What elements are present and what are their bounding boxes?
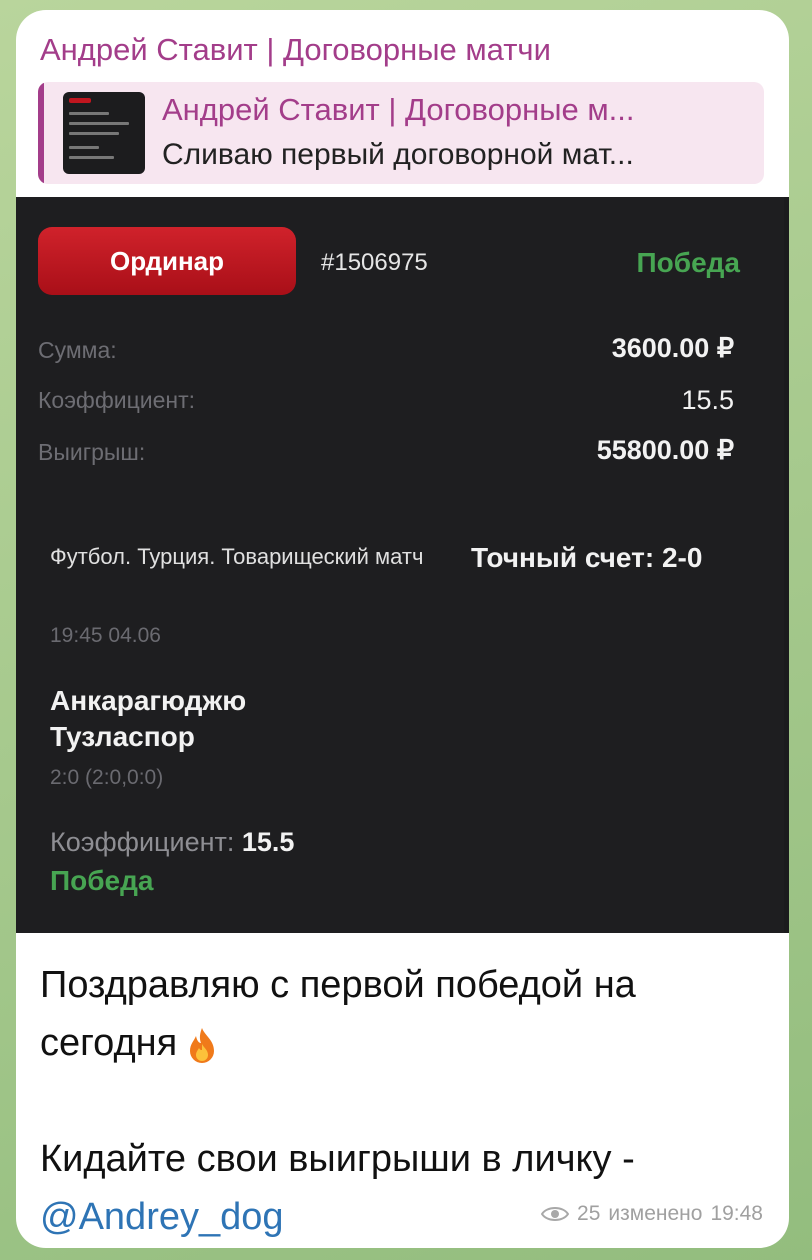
reply-title: Андрей Ставит | Договорные м... (162, 92, 635, 127)
sum-label: Сумма: (38, 337, 117, 363)
reply-accent-bar (38, 82, 44, 184)
match-score: 2:0 (2:0,0:0) (50, 766, 164, 789)
bet-id: #1506975 (321, 249, 428, 276)
message-meta: 25 изменено 19:48 (541, 1202, 763, 1226)
event-coefficient-label: Коэффициент: (50, 827, 235, 857)
team-away: Тузласпор (50, 721, 195, 752)
event-coefficient-value: 15.5 (241, 827, 295, 857)
reply-text: Сливаю первый договорной мат... (162, 138, 634, 171)
reply-preview[interactable]: Андрей Ставит | Договорные м... Сливаю п… (38, 82, 764, 184)
reply-thumbnail (63, 92, 145, 174)
bet-outcome: Точный счет: 2-0 (471, 542, 703, 573)
views-count: 25 (577, 1202, 601, 1225)
coefficient-value: 15.5 (681, 385, 734, 415)
team-home: Анкарагюджю (50, 685, 247, 716)
message-bubble[interactable]: Андрей Ставит | Договорные матчи Андрей … (16, 10, 789, 1248)
bet-type-badge: Ординар (38, 227, 296, 295)
coefficient-label: Коэффициент: (38, 387, 196, 413)
message-line-1: Поздравляю с первой победой на сегодня (40, 964, 636, 1064)
win-value: 55800.00 ₽ (596, 435, 734, 465)
views-eye-icon (541, 1207, 570, 1221)
bet-result-status: Победа (636, 247, 740, 278)
message-line-2: Кидайте свои выигрыши в личку - @Andrey_… (40, 1138, 635, 1238)
mention-link[interactable]: @Andrey_dog (40, 1196, 284, 1238)
bet-screenshot[interactable]: Ординар #1506975 Победа Сумма: 3600.00 ₽… (16, 197, 789, 933)
message-time: 19:48 (710, 1202, 763, 1225)
event-time: 19:45 04.06 (50, 624, 161, 647)
channel-name[interactable]: Андрей Ставит | Договорные матчи (40, 32, 551, 68)
edited-label: изменено (608, 1202, 703, 1225)
sum-value: 3600.00 ₽ (611, 333, 734, 363)
event-coefficient: Коэффициент: 15.5 (50, 827, 294, 858)
bet-card: Ординар #1506975 Победа Сумма: 3600.00 ₽… (16, 197, 784, 933)
win-label: Выигрыш: (38, 439, 146, 465)
fire-emoji-icon (190, 1027, 215, 1063)
event-name: Футбол. Турция. Товарищеский матч (50, 544, 424, 569)
event-result-status: Победа (50, 865, 154, 896)
